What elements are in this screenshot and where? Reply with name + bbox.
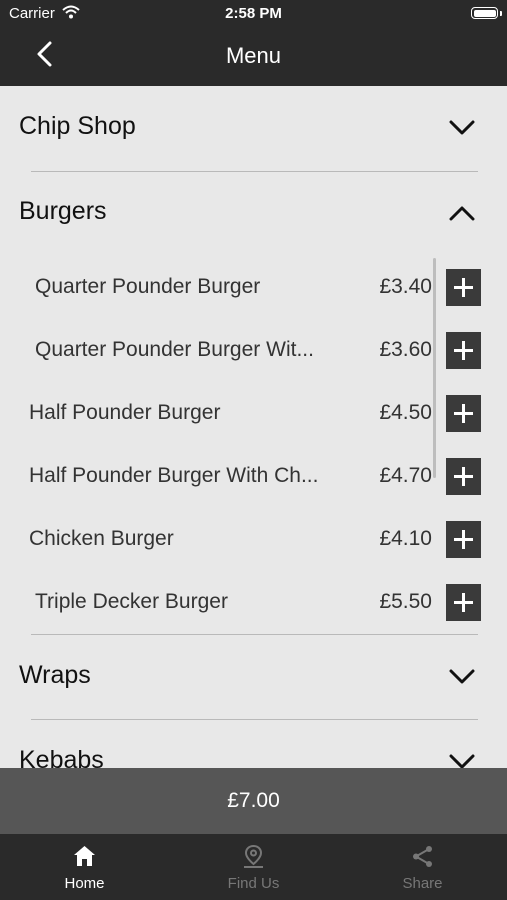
divider xyxy=(31,719,478,720)
chevron-down-icon xyxy=(449,120,475,135)
category-label: Kebabs xyxy=(19,746,104,768)
app-header: Carrier 2:58 PM Menu xyxy=(0,0,507,86)
tab-share[interactable]: Share xyxy=(338,834,507,900)
divider xyxy=(31,171,478,172)
item-price: £3.60 xyxy=(379,338,432,361)
tab-find-us[interactable]: Find Us xyxy=(169,834,338,900)
tab-home[interactable]: Home xyxy=(0,834,169,900)
menu-item: Triple Decker Burger £5.50 xyxy=(0,578,507,628)
category-wraps[interactable]: Wraps xyxy=(0,647,507,707)
battery-tip xyxy=(500,11,502,16)
item-name: Triple Decker Burger xyxy=(35,590,228,613)
tab-bar: Home Find Us Share xyxy=(0,834,507,900)
add-item-button[interactable] xyxy=(446,521,481,558)
battery-icon xyxy=(471,7,498,19)
scrollbar[interactable] xyxy=(433,258,436,478)
status-bar: Carrier 2:58 PM xyxy=(0,0,507,28)
category-label: Wraps xyxy=(19,661,91,689)
location-pin-icon xyxy=(244,844,263,868)
category-label: Burgers xyxy=(19,197,107,225)
menu-list: Chip Shop Burgers Quarter Pounder Burger… xyxy=(0,86,507,768)
item-name: Quarter Pounder Burger Wit... xyxy=(35,338,314,361)
tab-label: Share xyxy=(402,875,443,892)
add-item-button[interactable] xyxy=(446,458,481,495)
add-item-button[interactable] xyxy=(446,332,481,369)
chevron-down-icon xyxy=(449,754,475,768)
category-label: Chip Shop xyxy=(19,112,136,140)
item-price: £4.10 xyxy=(379,527,432,550)
menu-item: Half Pounder Burger £4.50 xyxy=(0,389,507,439)
menu-item: Quarter Pounder Burger Wit... £3.60 xyxy=(0,326,507,376)
menu-item: Chicken Burger £4.10 xyxy=(0,515,507,565)
page-title: Menu xyxy=(225,43,282,68)
item-price: £4.70 xyxy=(379,464,432,487)
item-price: £5.50 xyxy=(379,590,432,613)
share-icon xyxy=(413,846,432,867)
item-name: Chicken Burger xyxy=(29,527,174,550)
status-time: 2:58 PM xyxy=(225,5,282,22)
divider xyxy=(31,634,478,635)
category-chip-shop[interactable]: Chip Shop xyxy=(0,98,507,158)
item-name: Half Pounder Burger xyxy=(29,401,221,424)
item-name: Quarter Pounder Burger xyxy=(35,275,261,298)
tab-label: Find Us xyxy=(227,875,280,892)
item-price: £3.40 xyxy=(379,275,432,298)
chevron-down-icon xyxy=(449,669,475,684)
add-item-button[interactable] xyxy=(446,584,481,621)
chevron-up-icon xyxy=(449,206,475,221)
basket-total-button[interactable]: £7.00 xyxy=(0,768,507,834)
category-kebabs[interactable]: Kebabs xyxy=(0,732,507,768)
menu-item: Quarter Pounder Burger £3.40 xyxy=(0,263,507,313)
add-item-button[interactable] xyxy=(446,395,481,432)
tab-label: Home xyxy=(64,875,105,892)
add-item-button[interactable] xyxy=(446,269,481,306)
menu-item: Half Pounder Burger With Ch... £4.70 xyxy=(0,452,507,502)
item-price: £4.50 xyxy=(379,401,432,424)
item-name: Half Pounder Burger With Ch... xyxy=(29,464,319,487)
category-burgers[interactable]: Burgers xyxy=(0,183,507,243)
home-icon xyxy=(74,846,95,866)
